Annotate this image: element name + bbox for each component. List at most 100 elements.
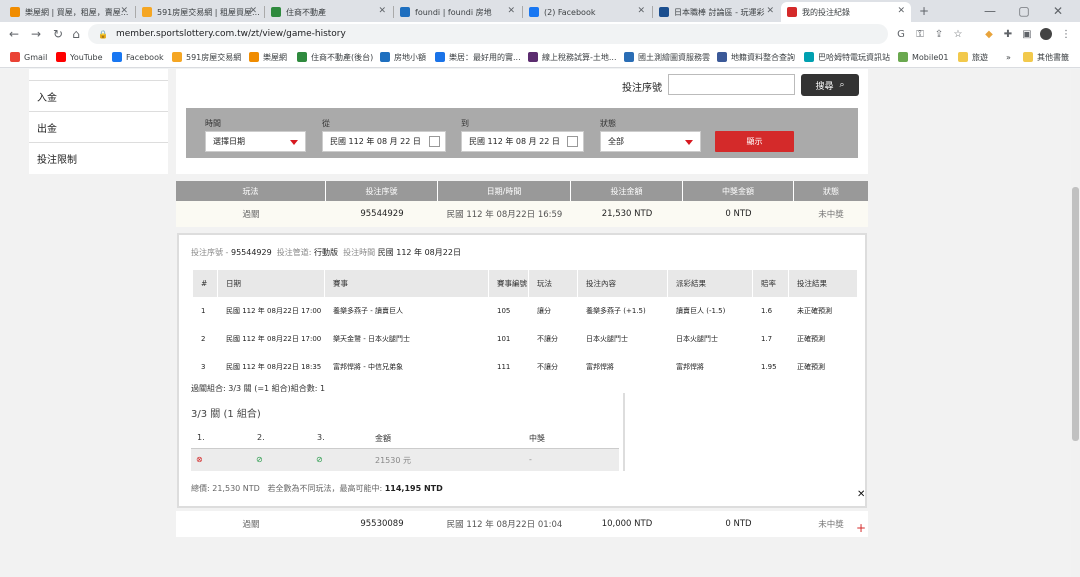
reload-icon[interactable]: ↻ xyxy=(50,26,66,42)
tab-close-icon[interactable]: ✕ xyxy=(897,6,905,16)
search-icon: ⌕ xyxy=(839,80,845,90)
puzzle-icon[interactable]: ✚ xyxy=(1002,28,1014,40)
combo-table: 1. 2. 3. 金額 中獎 ⊗ ⊘ ⊘ 21530 元 - xyxy=(191,427,619,471)
browser-tab[interactable]: foundi | foundi 房地 ✕ xyxy=(394,2,521,22)
table-row[interactable]: 過關 95544929 民國 112 年 08月22日 16:59 21,530… xyxy=(176,201,868,227)
bookmark-icon xyxy=(898,52,908,62)
bookmark-icon xyxy=(172,52,182,62)
status-select[interactable]: 全部 xyxy=(600,131,701,152)
share-icon[interactable]: ⇪ xyxy=(933,28,945,40)
tab-close-icon[interactable]: ✕ xyxy=(766,6,774,16)
time-select[interactable]: 選擇日期 xyxy=(205,131,306,152)
bookmark-item[interactable]: Mobile01 xyxy=(898,51,948,63)
lock-icon: 🔒 xyxy=(98,29,108,39)
bookmark-item[interactable]: 591房屋交易網 xyxy=(172,51,241,63)
bookmark-item[interactable]: 房地小額 xyxy=(380,51,426,63)
browser-tab[interactable]: 591房屋交易網 | 租屋買屋... ✕ xyxy=(136,2,263,22)
tab-close-icon[interactable]: ✕ xyxy=(637,6,645,16)
bookmark-star-icon[interactable]: ☆ xyxy=(952,28,964,40)
bookmark-icon xyxy=(249,52,259,62)
browser-tab[interactable]: 樂屋網 | 買屋，租屋，賣屋... ✕ xyxy=(4,2,134,22)
serial-input[interactable] xyxy=(668,74,795,95)
url-text: member.sportslottery.com.tw/zt/view/game… xyxy=(115,29,346,39)
correct-icon: ⊘ xyxy=(316,455,323,464)
status-label: 狀態 xyxy=(600,119,616,128)
folder-icon xyxy=(1023,52,1033,62)
caret-down-icon xyxy=(685,140,693,145)
tab-favicon-icon xyxy=(400,7,410,17)
to-date-input[interactable]: 民國 112 年 08 月 22 日 xyxy=(461,131,584,152)
col-header: 狀態 xyxy=(823,186,839,196)
tab-favicon-icon xyxy=(10,7,20,17)
google-icon[interactable]: G xyxy=(895,28,907,40)
browser-tab-active[interactable]: 我的投注紀錄 ✕ xyxy=(781,2,911,22)
col-header: 玩法 xyxy=(176,181,326,201)
bookmark-item[interactable]: YouTube xyxy=(56,51,103,63)
wrong-icon: ⊗ xyxy=(196,455,203,464)
close-icon[interactable]: ✕ xyxy=(857,489,865,500)
bookmark-item[interactable]: 國土測繪圖資服務雲 xyxy=(624,51,710,63)
browser-tab[interactable]: (2) Facebook ✕ xyxy=(523,2,651,22)
browser-tab-bar: 樂屋網 | 買屋，租屋，賣屋... ✕ 591房屋交易網 | 租屋買屋... ✕ 住… xyxy=(0,0,1080,22)
tab-close-icon[interactable]: ✕ xyxy=(120,6,128,16)
avatar[interactable] xyxy=(1040,28,1052,40)
sidebar-item-deposit[interactable]: 入金 xyxy=(29,81,168,112)
address-bar[interactable]: 🔒 member.sportslottery.com.tw/zt/view/ga… xyxy=(88,24,888,44)
tab-close-icon[interactable]: ✕ xyxy=(378,6,386,16)
from-label: 從 xyxy=(322,119,330,128)
from-date-input[interactable]: 民國 112 年 08 月 22 日 xyxy=(322,131,446,152)
browser-tab[interactable]: 住商不動產 ✕ xyxy=(265,2,392,22)
bookmark-item[interactable]: 線上稅務試算-土地... xyxy=(528,51,617,63)
tab-favicon-icon xyxy=(271,7,281,17)
tab-favicon-icon xyxy=(529,7,539,17)
bookmark-icon xyxy=(297,52,307,62)
show-button[interactable]: 顯示 xyxy=(715,131,794,152)
sidepanel-icon[interactable]: ▣ xyxy=(1021,28,1033,40)
browser-toolbar: ← → ↻ ⌂ 🔒 member.sportslottery.com.tw/zt… xyxy=(0,22,1080,46)
bookmark-item[interactable]: 樂屋網 xyxy=(249,51,287,63)
serial-label: 投注序號 xyxy=(622,83,662,94)
back-icon[interactable]: ← xyxy=(6,26,22,42)
results-header: 玩法 投注序號 日期/時間 投注金額 中獎金額 狀態 xyxy=(176,181,868,201)
calendar-icon[interactable] xyxy=(567,136,578,147)
time-label: 時間 xyxy=(205,119,221,128)
new-tab-icon[interactable]: + xyxy=(916,3,932,19)
bookmark-icon xyxy=(624,52,634,62)
combo-header: 1. 2. 3. 金額 中獎 xyxy=(191,427,619,449)
bookmark-item[interactable]: Gmail xyxy=(10,51,47,63)
bookmark-folder[interactable]: 其他書籤 xyxy=(1023,51,1069,63)
combo-row: ⊗ ⊘ ⊘ 21530 元 - xyxy=(191,449,619,471)
scrollbar-thumb[interactable] xyxy=(1072,187,1079,441)
maximize-icon[interactable]: ▢ xyxy=(1016,3,1032,19)
key-icon[interactable]: ⚿ xyxy=(914,28,926,40)
chevron-right-icon[interactable]: » xyxy=(1006,51,1011,63)
calendar-icon[interactable] xyxy=(429,136,440,147)
sidebar: 入金 出金 投注限制 xyxy=(29,69,168,174)
table-row[interactable]: 過關 95530089 民國 112 年 08月22日 01:04 10,000… xyxy=(176,511,868,537)
window-close-icon[interactable]: ✕ xyxy=(1050,3,1066,19)
forward-icon[interactable]: → xyxy=(28,26,44,42)
bookmark-folder[interactable]: 旅遊 xyxy=(958,51,988,63)
tab-close-icon[interactable]: ✕ xyxy=(507,6,515,16)
home-icon[interactable]: ⌂ xyxy=(68,26,84,42)
col-header: 投注金額 xyxy=(571,181,683,201)
correct-icon: ⊘ xyxy=(256,455,263,464)
search-button[interactable]: 搜尋 ⌕ xyxy=(801,74,859,96)
bookmark-item[interactable]: 樂居：最好用的實... xyxy=(435,51,521,63)
sidebar-item-bet-limit[interactable]: 投注限制 xyxy=(29,143,168,174)
bookmark-item[interactable]: 住商不動產(後台) xyxy=(297,51,373,63)
bookmark-icon xyxy=(528,52,538,62)
expand-icon[interactable]: + xyxy=(856,521,866,535)
tab-close-icon[interactable]: ✕ xyxy=(249,6,257,16)
minimize-icon[interactable]: — xyxy=(982,3,998,19)
leg-row: 1 民國 112 年 08月22日 17:00 養樂多燕子 - 讀賣巨人 105… xyxy=(201,307,832,315)
extension-icon[interactable]: ◆ xyxy=(983,28,995,40)
sidebar-item-deposit[interactable] xyxy=(29,69,168,81)
bookmark-item[interactable]: 地籍資料整合查詢 xyxy=(717,51,795,63)
menu-kebab-icon[interactable]: ⋮ xyxy=(1060,28,1072,40)
browser-tab[interactable]: 日本職棒 討論區 - 玩運彩 ✕ xyxy=(653,2,780,22)
sidebar-item-withdraw[interactable]: 出金 xyxy=(29,112,168,143)
bookmark-icon xyxy=(10,52,20,62)
bookmark-item[interactable]: 巴哈姆特電玩資訊站 xyxy=(804,51,890,63)
bookmark-item[interactable]: Facebook xyxy=(112,51,164,63)
